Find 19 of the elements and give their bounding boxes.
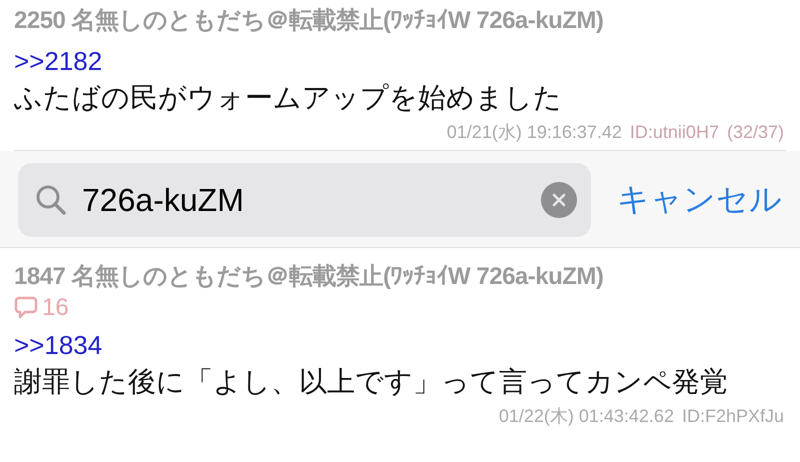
post-header: 1847 名無しのともだち＠転載禁止(ﾜｯﾁｮｲW 726a-kuZM) (14, 262, 604, 292)
anchor-link[interactable]: >>1834 (14, 328, 102, 362)
post-body: ふたばの民がウォームアップを始めました (14, 81, 563, 115)
anchor-link[interactable]: >>2182 (14, 44, 102, 78)
post-date: 01/22(木) 01:43:42.62 (498, 405, 674, 428)
search-icon (34, 183, 68, 217)
poster-id: ID:utnii0H7 (630, 121, 719, 144)
reply-count: 16 (42, 294, 69, 322)
clear-button[interactable] (541, 182, 577, 218)
post-header: 2250 名無しのともだち＠転載禁止(ﾜｯﾁｮｲW 726a-kuZM) (14, 6, 604, 36)
close-icon (551, 192, 567, 208)
post-date: 01/21(水) 19:16:37.42 (446, 121, 622, 144)
cancel-button[interactable]: キャンセル (617, 178, 782, 222)
search-field[interactable]: 726a-kuZM (18, 163, 591, 237)
poster-id: ID:F2hPXfJu (682, 405, 784, 428)
search-query: 726a-kuZM (82, 182, 245, 218)
post-count: (32/37) (726, 121, 784, 144)
speech-bubble-icon (14, 295, 38, 321)
post-body: 謝罪した後に「よし、以上です」って言ってカンペ発覚 (14, 365, 729, 399)
